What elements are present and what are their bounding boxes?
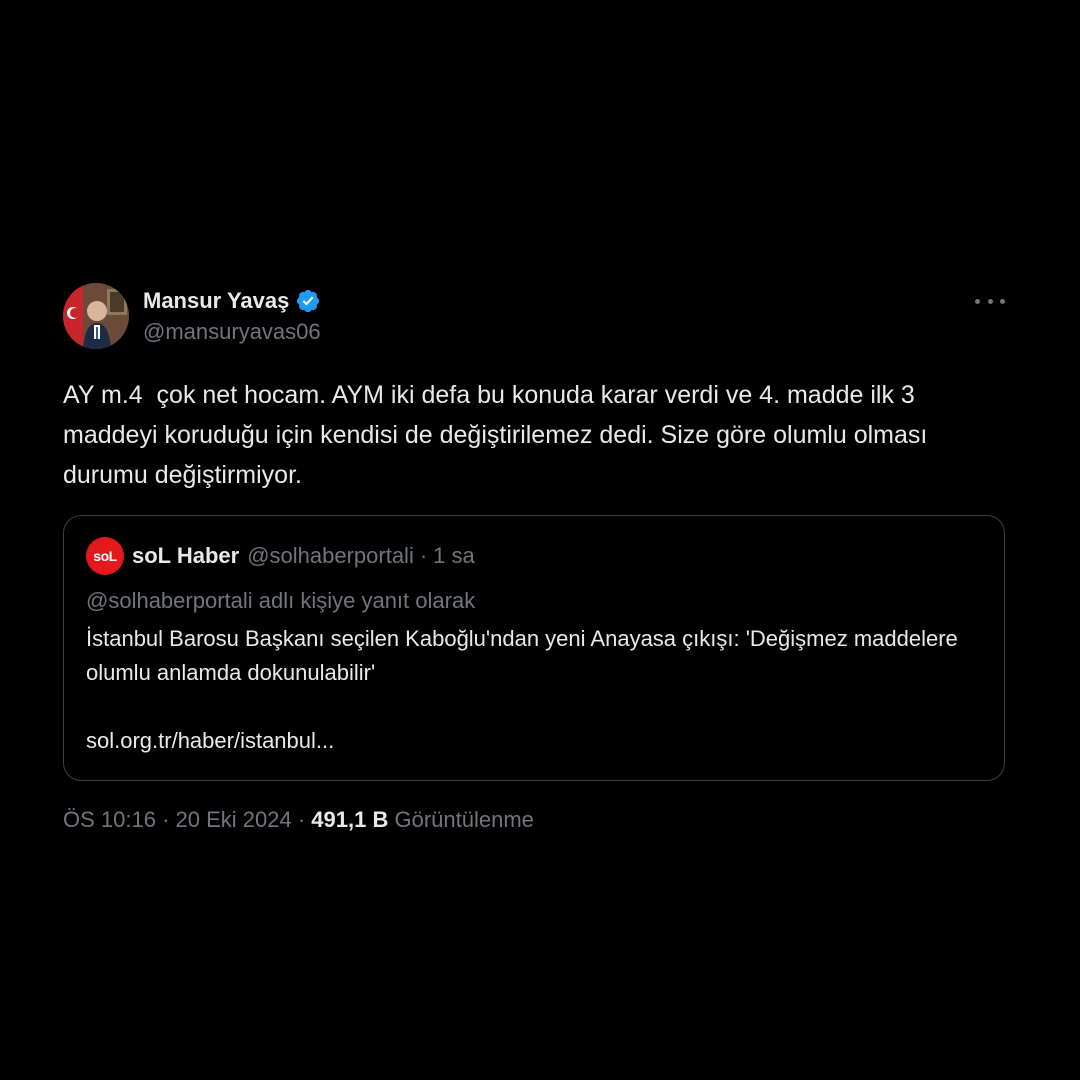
more-options-icon[interactable] <box>975 289 1005 313</box>
verified-badge-icon[interactable] <box>295 288 321 314</box>
tweet-text: AY m.4 çok net hocam. AYM iki defa bu ko… <box>63 381 935 489</box>
meta-separator-1: · <box>155 807 176 832</box>
tweet: Mansur Yavaş @mansuryavas06 AY m.4 çok n… <box>63 283 1007 833</box>
meta-separator-2: · <box>291 807 312 832</box>
quoted-time: 1 sa <box>433 543 475 568</box>
views-count[interactable]: 491,1 B <box>311 807 388 833</box>
quoted-author-name: soL Haber <box>132 543 240 568</box>
tweet-time[interactable]: ÖS 10:16 <box>63 807 156 833</box>
quoted-reply-to: @solhaberportali adlı kişiye yanıt olara… <box>86 588 476 613</box>
author-block: Mansur Yavaş @mansuryavas06 <box>143 285 321 345</box>
tweet-meta: ÖS 10:16 · 20 Eki 2024 · 491,1 B Görüntü… <box>63 807 1007 833</box>
author-display-name[interactable]: Mansur Yavaş <box>143 288 289 314</box>
author-name-row: Mansur Yavaş <box>143 285 321 317</box>
avatar[interactable] <box>63 283 129 349</box>
tweet-date[interactable]: 20 Eki 2024 <box>176 807 292 833</box>
quoted-link[interactable]: sol.org.tr/haber/istanbul... <box>86 724 982 758</box>
tweet-header: Mansur Yavaş @mansuryavas06 <box>63 283 1007 351</box>
author-handle[interactable]: @mansuryavas06 <box>143 319 321 345</box>
quoted-separator: · <box>419 543 428 568</box>
quoted-tweet-header: soL soL Haber @solhaberportali · 1 sa <box>86 536 982 576</box>
quoted-author-handle: @solhaberportali <box>247 543 414 568</box>
avatar-image <box>63 283 129 349</box>
views-label[interactable]: Görüntülenme <box>394 807 533 833</box>
sol-haber-logo: soL <box>86 537 124 575</box>
quoted-tweet[interactable]: soL soL Haber @solhaberportali · 1 sa @s… <box>63 515 1005 781</box>
quoted-text: İstanbul Barosu Başkanı seçilen Kaboğlu'… <box>86 626 958 685</box>
